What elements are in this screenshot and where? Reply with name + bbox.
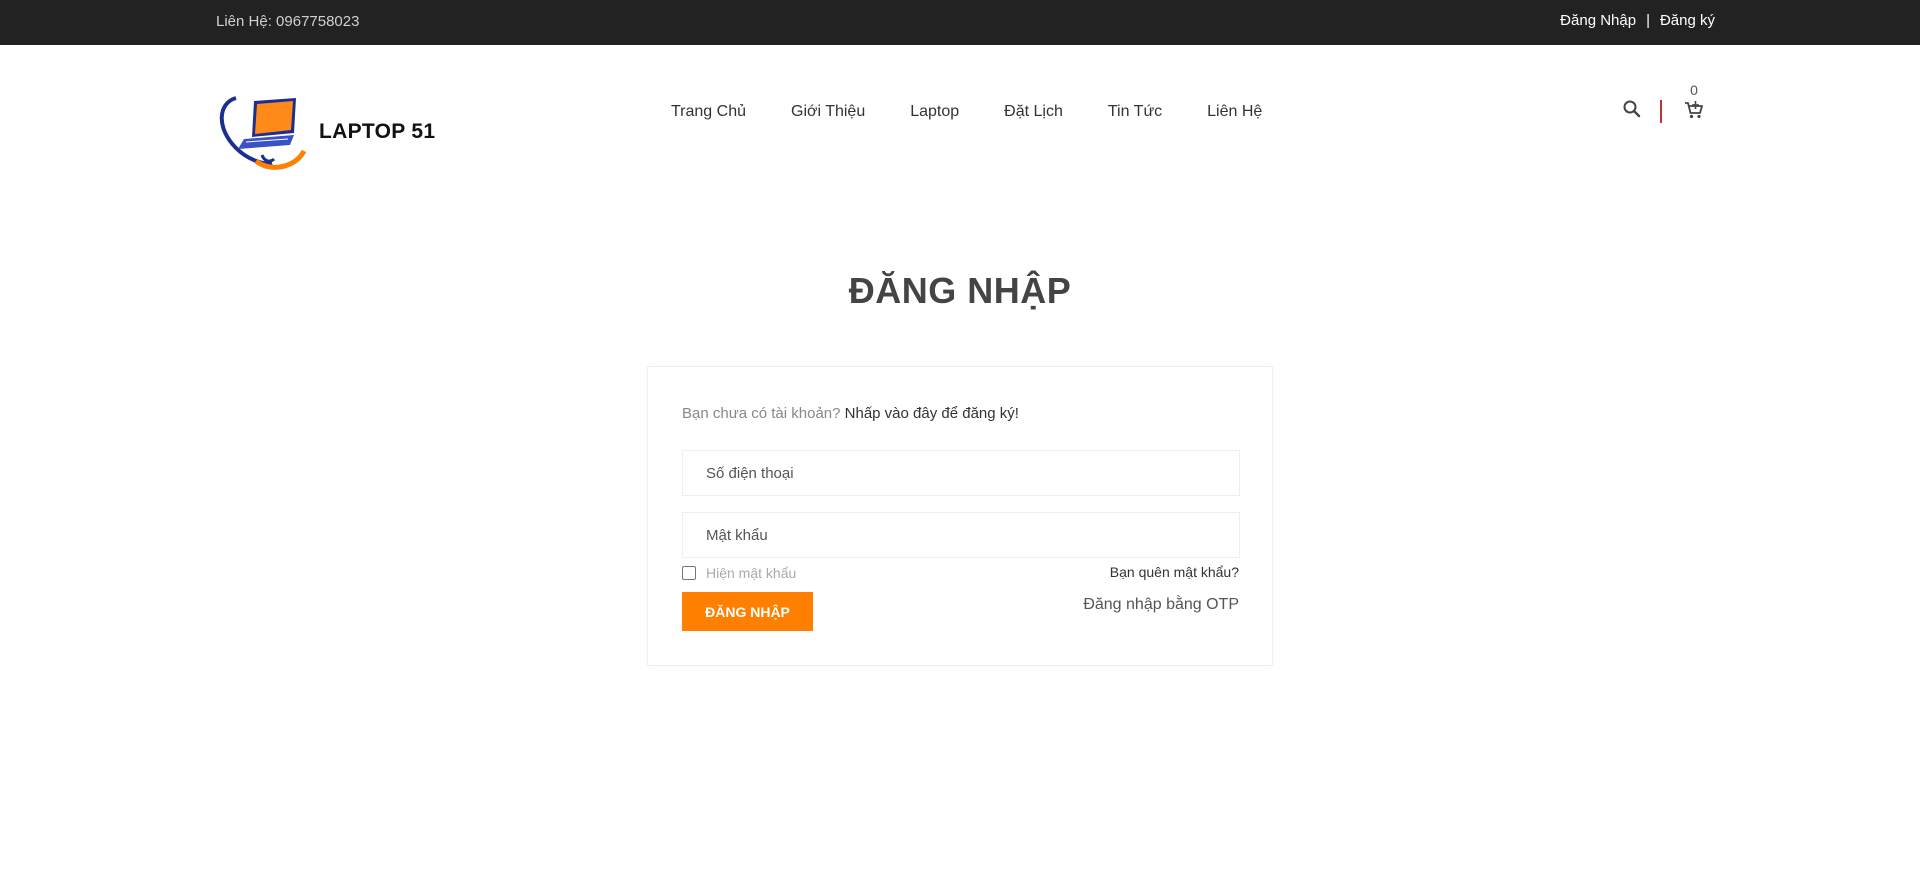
page-title: ĐĂNG NHẬP <box>848 270 1072 311</box>
cart-button[interactable]: 0 <box>1682 82 1706 124</box>
nav-item-contact[interactable]: Liên Hệ <box>1207 103 1262 121</box>
search-icon[interactable] <box>1622 99 1642 119</box>
show-password-toggle[interactable]: Hiện mật khẩu <box>682 565 796 581</box>
forgot-password-link[interactable]: Bạn quên mật khẩu? <box>1110 564 1239 580</box>
topbar-login-link[interactable]: Đăng Nhập <box>1560 12 1636 29</box>
no-account-text: Bạn chưa có tài khoản? <box>682 405 841 422</box>
main-nav: Trang Chủ Giới Thiệu Laptop Đặt Lịch Tin… <box>671 103 1307 121</box>
phone-input[interactable] <box>682 450 1240 496</box>
contact-phone: Liên Hệ: 0967758023 <box>216 13 360 30</box>
topbar-register-link[interactable]: Đăng ký <box>1660 12 1715 29</box>
cart-icon <box>1684 100 1704 120</box>
show-password-label: Hiện mật khẩu <box>706 565 797 581</box>
nav-item-news[interactable]: Tin Tức <box>1108 103 1162 121</box>
login-button[interactable]: ĐĂNG NHẬP <box>682 592 813 631</box>
show-password-checkbox[interactable] <box>682 566 696 580</box>
password-input[interactable] <box>682 512 1240 558</box>
register-prompt: Bạn chưa có tài khoản? Nhấp vào đây để đ… <box>682 405 1019 422</box>
nav-item-about[interactable]: Giới Thiệu <box>791 103 865 121</box>
auth-separator: | <box>1646 12 1650 29</box>
nav-item-home[interactable]: Trang Chủ <box>671 103 746 121</box>
register-link[interactable]: Nhấp vào đây để đăng ký! <box>845 405 1019 422</box>
otp-login-link[interactable]: Đăng nhập bằng OTP <box>1083 596 1239 614</box>
top-bar: Liên Hệ: 0967758023 Đăng Nhập | Đăng ký <box>0 0 1920 45</box>
logo-text[interactable]: LAPTOP 51 <box>319 120 435 144</box>
cart-count: 0 <box>1690 82 1698 98</box>
nav-item-booking[interactable]: Đặt Lịch <box>1004 103 1063 121</box>
laptop-logo-icon <box>219 96 307 170</box>
header-divider <box>1660 100 1662 123</box>
auth-links: Đăng Nhập | Đăng ký <box>1560 12 1715 29</box>
login-form: Bạn chưa có tài khoản? Nhấp vào đây để đ… <box>647 366 1273 666</box>
nav-item-laptop[interactable]: Laptop <box>910 103 959 121</box>
